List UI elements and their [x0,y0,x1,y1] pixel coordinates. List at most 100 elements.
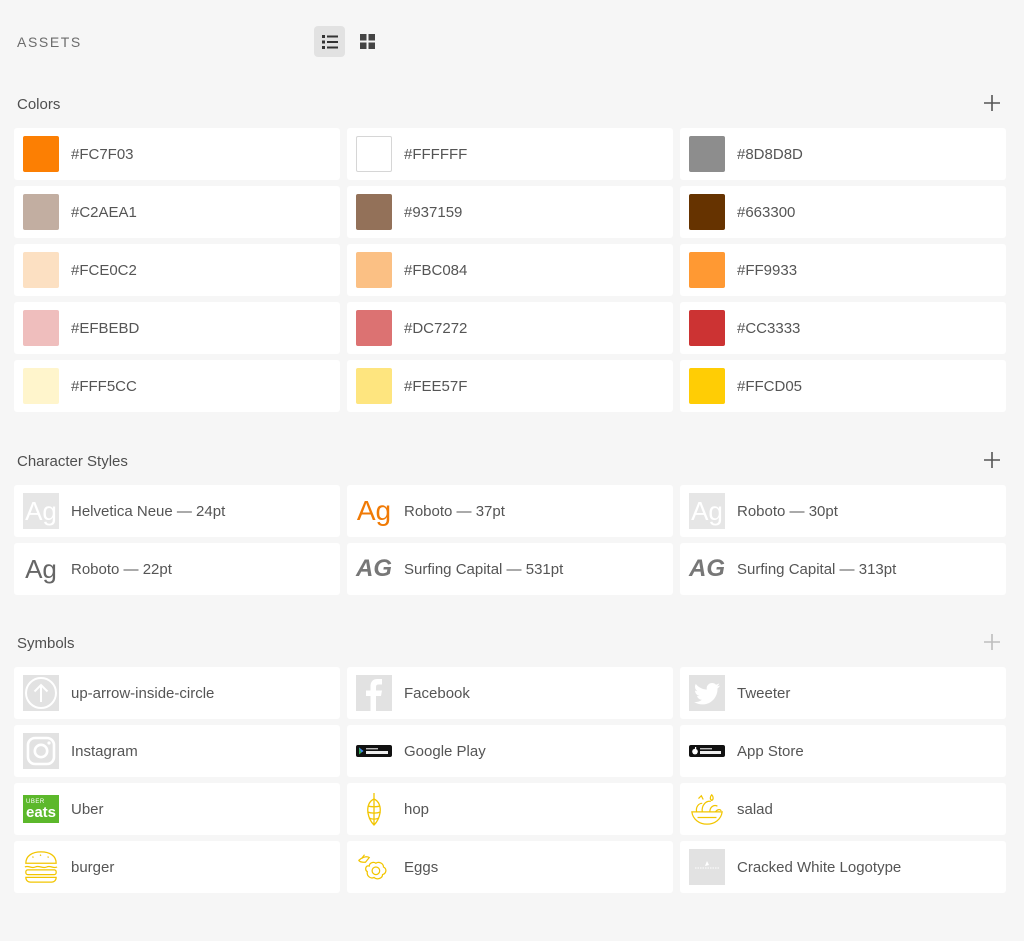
symbol-card[interactable]: Facebook [347,667,673,719]
color-hex-label: #DC7272 [404,319,468,337]
symbol-card[interactable]: Eggs [347,841,673,893]
color-swatch [356,252,392,288]
color-swatch-card[interactable]: #C2AEA1 [14,186,340,238]
character-style-card[interactable]: Ag Roboto — 22pt [14,543,340,595]
color-hex-label: #8D8D8D [737,145,803,163]
ag-caps-preview-icon: AG [689,555,725,582]
burger-icon [23,849,59,885]
color-swatch-card[interactable]: #FEE57F [347,360,673,412]
character-styles-grid: Ag Helvetica Neue — 24pt Ag Roboto — 37p… [14,485,1006,595]
color-swatch-card[interactable]: #FBC084 [347,244,673,296]
color-swatch [23,136,59,172]
color-swatch-card[interactable]: #FFF5CC [14,360,340,412]
color-swatch-card[interactable]: #EFBEBD [14,302,340,354]
symbol-card[interactable]: Google Play [347,725,673,777]
color-hex-label: #FFCD05 [737,377,803,395]
list-view-icon [321,34,338,49]
color-hex-label: #FC7F03 [71,145,134,163]
symbol-label: App Store [737,742,804,760]
color-hex-label: #FFF5CC [71,377,137,395]
symbol-card[interactable]: burger [14,841,340,893]
list-view-button[interactable] [314,26,345,57]
symbol-label: salad [737,800,773,818]
character-style-label: Surfing Capital — 531pt [404,560,564,578]
symbol-label: up-arrow-inside-circle [71,684,215,702]
google-play-badge-icon [356,733,392,769]
color-swatch [356,194,392,230]
color-swatch-card[interactable]: #CC3333 [680,302,1006,354]
color-swatch-card[interactable]: #663300 [680,186,1006,238]
character-style-card[interactable]: Ag Helvetica Neue — 24pt [14,485,340,537]
color-swatch [23,194,59,230]
color-swatch-card[interactable]: #8D8D8D [680,128,1006,180]
add-symbol-button[interactable] [982,632,1002,652]
color-hex-label: #CC3333 [737,319,801,337]
color-swatch [689,136,725,172]
color-swatch-card[interactable]: #FCE0C2 [14,244,340,296]
color-swatch [689,310,725,346]
color-swatch [689,368,725,404]
uber-eats-logo-icon: UBER eats [23,795,59,823]
ag-preview-icon: Ag [689,493,725,529]
symbol-label: Tweeter [737,684,791,702]
symbol-card[interactable]: salad [680,783,1006,835]
color-swatch [356,310,392,346]
fried-egg-icon [356,849,392,885]
color-swatch [356,368,392,404]
add-color-button[interactable] [982,93,1002,113]
color-hex-label: #EFBEBD [71,319,140,337]
color-swatch-card[interactable]: #FC7F03 [14,128,340,180]
character-style-label: Roboto — 37pt [404,502,505,520]
plus-icon [984,95,1000,111]
character-style-label: Helvetica Neue — 24pt [71,502,226,520]
up-arrow-circle-icon [23,675,59,711]
color-hex-label: #FBC084 [404,261,468,279]
colors-grid: #FC7F03 #FFFFFF #8D8D8D #C2AEA1 #937159 #6633… [14,128,1006,412]
color-swatch-card[interactable]: #FFCD05 [680,360,1006,412]
twitter-bird-icon [689,675,725,711]
symbol-card[interactable]: Cracked White Logotype [680,841,1006,893]
symbol-card[interactable]: up-arrow-inside-circle [14,667,340,719]
symbols-grid: up-arrow-inside-circle Facebook Tweeter [14,667,1006,893]
instagram-icon [23,733,59,769]
color-swatch-card[interactable]: #FF9933 [680,244,1006,296]
symbol-card[interactable]: Instagram [14,725,340,777]
salad-bowl-icon [689,791,725,827]
add-character-style-button[interactable] [982,450,1002,470]
color-hex-label: #FFFFFF [404,145,468,163]
color-hex-label: #937159 [404,203,463,221]
color-hex-label: #FEE57F [404,377,468,395]
character-styles-section-title: Character Styles [17,453,128,470]
assets-header: ASSETS [17,26,1007,58]
grid-view-button[interactable] [352,26,383,57]
symbol-card[interactable]: App Store [680,725,1006,777]
symbol-card[interactable]: Tweeter [680,667,1006,719]
logotype-thumbnail-icon [689,849,725,885]
color-swatch [689,252,725,288]
color-swatch-card[interactable]: #DC7272 [347,302,673,354]
character-style-card[interactable]: AG Surfing Capital — 313pt [680,543,1006,595]
uber-eats-logo-big: eats [25,803,57,821]
ag-preview-icon: Ag [25,554,57,584]
color-hex-label: #FCE0C2 [71,261,137,279]
color-swatch-card[interactable]: #937159 [347,186,673,238]
color-swatch [23,368,59,404]
symbol-card[interactable]: UBER eats Uber [14,783,340,835]
character-style-label: Roboto — 22pt [71,560,172,578]
hop-icon [356,791,392,827]
facebook-icon [356,675,392,711]
symbol-label: Google Play [404,742,486,760]
character-style-card[interactable]: AG Surfing Capital — 531pt [347,543,673,595]
color-hex-label: #FF9933 [737,261,798,279]
symbol-label: Facebook [404,684,470,702]
symbol-label: Instagram [71,742,138,760]
character-style-card[interactable]: Ag Roboto — 37pt [347,485,673,537]
color-swatch [689,194,725,230]
app-store-badge-icon [689,733,725,769]
symbol-card[interactable]: hop [347,783,673,835]
colors-section-title: Colors [17,96,61,113]
grid-view-icon [360,34,375,49]
character-style-card[interactable]: Ag Roboto — 30pt [680,485,1006,537]
color-swatch-card[interactable]: #FFFFFF [347,128,673,180]
plus-icon [984,634,1000,650]
